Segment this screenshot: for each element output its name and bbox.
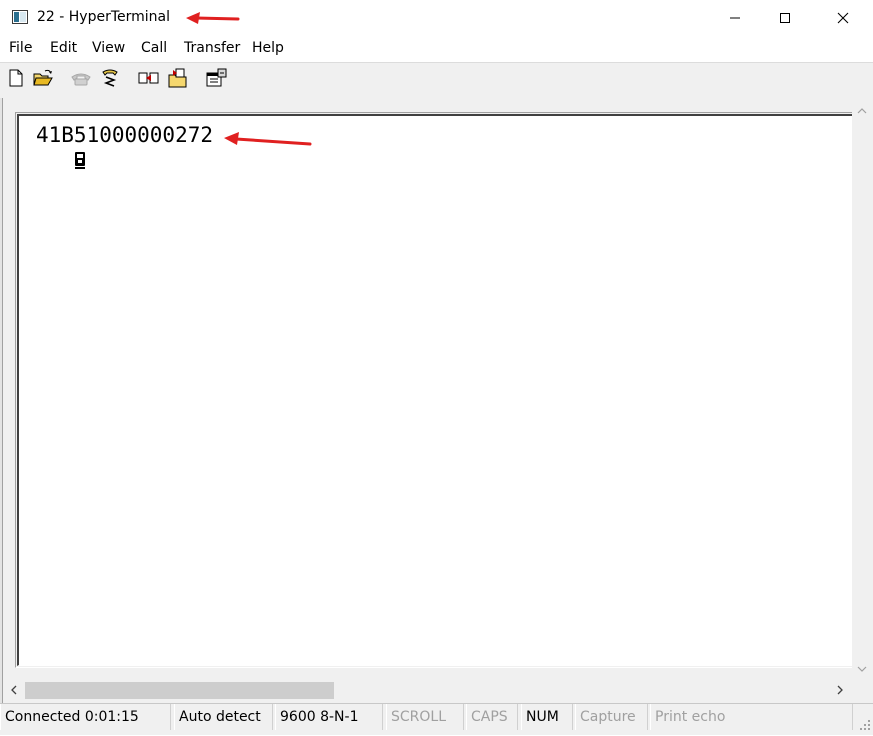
connect-button[interactable] (70, 67, 92, 89)
hyperterminal-app-icon[interactable] (12, 10, 28, 24)
open-button[interactable] (32, 67, 54, 89)
status-port-settings: 9600 8-N-1 (275, 704, 383, 730)
scroll-left-button[interactable] (5, 681, 23, 699)
receive-file-icon (168, 68, 187, 88)
terminal-line: 41B51000000272 (24, 123, 214, 169)
window-title: 22 - HyperTerminal (37, 9, 170, 25)
new-connection-button[interactable] (5, 67, 27, 89)
disconnect-button[interactable] (99, 67, 121, 89)
status-auto-detect: Auto detect (174, 704, 273, 730)
left-edge (0, 98, 3, 704)
chevron-down-icon (857, 666, 867, 672)
menu-call[interactable]: Call (141, 40, 167, 56)
maximize-icon (780, 13, 790, 23)
status-num: NUM (521, 704, 573, 730)
send-file-icon (138, 72, 159, 84)
menu-view[interactable]: View (92, 40, 125, 56)
scroll-up-button[interactable] (852, 102, 872, 119)
maximize-button[interactable] (762, 0, 808, 36)
terminal-output-text: 41B51000000272 (36, 123, 214, 147)
status-caps: CAPS (466, 704, 518, 730)
close-button[interactable] (820, 0, 866, 36)
scroll-right-button[interactable] (831, 681, 849, 699)
properties-icon (206, 68, 227, 87)
chevron-left-icon (11, 685, 17, 695)
toolbar (0, 62, 873, 99)
minimize-button[interactable] (712, 0, 758, 36)
chevron-up-icon (857, 107, 867, 113)
terminal-screen[interactable] (17, 114, 853, 666)
open-folder-icon (33, 69, 53, 86)
new-document-icon (9, 69, 23, 87)
control-character-glyph (24, 124, 85, 169)
menu-help[interactable]: Help (252, 40, 284, 56)
annotation-arrow-icon (186, 10, 240, 30)
scroll-down-button[interactable] (852, 660, 872, 677)
status-print-echo: Print echo (650, 704, 853, 730)
status-scroll: SCROLL (386, 704, 464, 730)
menu-transfer[interactable]: Transfer (184, 40, 240, 56)
menu-edit[interactable]: Edit (50, 40, 77, 56)
horizontal-scroll-thumb[interactable] (25, 682, 334, 699)
send-file-button[interactable] (138, 67, 160, 89)
chevron-right-icon (837, 685, 843, 695)
vertical-scrollbar[interactable] (852, 100, 872, 680)
disconnect-phone-icon (102, 69, 118, 87)
status-connected: Connected 0:01:15 (0, 704, 171, 730)
status-capture: Capture (575, 704, 648, 730)
annotation-arrow-icon (224, 131, 312, 153)
phone-icon (71, 73, 91, 86)
properties-button[interactable] (205, 67, 227, 89)
close-icon (837, 12, 849, 24)
minimize-icon (730, 17, 740, 19)
receive-file-button[interactable] (167, 67, 189, 89)
menu-bar (0, 37, 873, 61)
resize-grip-icon[interactable] (858, 718, 872, 732)
menu-file[interactable]: File (9, 40, 32, 56)
